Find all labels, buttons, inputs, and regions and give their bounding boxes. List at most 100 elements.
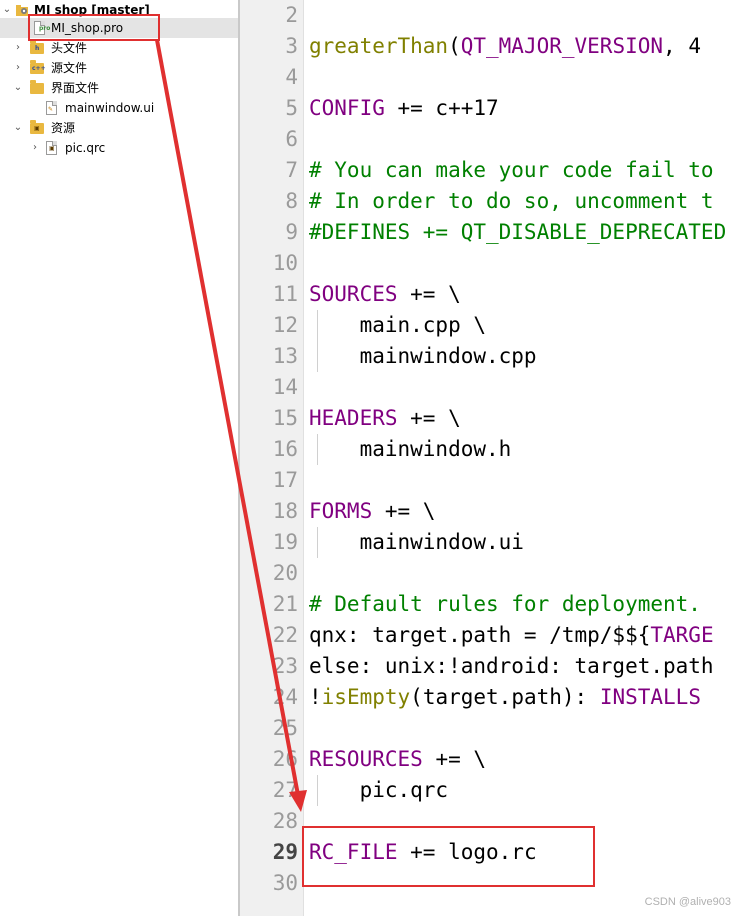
- form-folder-icon: [30, 80, 44, 94]
- tree-item-label: 资源: [51, 121, 76, 135]
- code-line[interactable]: # You can make your code fail to: [309, 155, 714, 186]
- code-token: RC_FILE: [309, 840, 398, 864]
- code-token: += \: [422, 747, 487, 771]
- line-number[interactable]: 10: [238, 248, 298, 279]
- code-line[interactable]: # In order to do so, uncomment t: [309, 186, 714, 217]
- chevron-right-icon[interactable]: ›: [13, 58, 23, 78]
- code-line[interactable]: mainwindow.ui: [309, 527, 524, 558]
- chevron-down-icon[interactable]: ⌄: [13, 118, 23, 138]
- line-number[interactable]: 17: [238, 465, 298, 496]
- line-number[interactable]: 11: [238, 279, 298, 310]
- code-token: += logo.rc: [397, 840, 537, 864]
- code-line[interactable]: mainwindow.h: [309, 434, 512, 465]
- code-token: (target.path):: [410, 685, 600, 709]
- code-line[interactable]: pic.qrc: [309, 775, 449, 806]
- code-token: # Default rules for deployment.: [309, 592, 701, 616]
- project-tree: ⌄ MI shop [master] pro MI_shop.pro › h 头…: [0, 0, 238, 916]
- line-number[interactable]: 14: [238, 372, 298, 403]
- code-token: # In order to do so, uncomment t: [309, 189, 714, 213]
- tree-item-forms[interactable]: ⌄ 界面文件: [0, 78, 238, 98]
- tree-item-mainwindow-ui[interactable]: ✎ mainwindow.ui: [0, 98, 238, 118]
- line-number[interactable]: 26: [238, 744, 298, 775]
- code-token: += c++17: [384, 96, 499, 120]
- line-number[interactable]: 5: [238, 93, 298, 124]
- header-folder-icon: h: [30, 40, 44, 54]
- source-folder-icon: c++: [30, 60, 46, 74]
- code-line[interactable]: else: unix:!android: target.path: [309, 651, 714, 682]
- qt-project-icon: [15, 3, 28, 17]
- code-token: TARGE: [650, 623, 714, 647]
- tree-item-project[interactable]: ⌄ MI shop [master]: [0, 0, 238, 20]
- line-number[interactable]: 9: [238, 217, 298, 248]
- code-token: pic.qrc: [309, 778, 449, 802]
- line-number[interactable]: 3: [238, 31, 298, 62]
- line-number[interactable]: 4: [238, 62, 298, 93]
- code-token: (: [448, 34, 461, 58]
- code-token: CONFIG: [309, 96, 385, 120]
- line-number[interactable]: 7: [238, 155, 298, 186]
- line-number[interactable]: 8: [238, 186, 298, 217]
- code-line[interactable]: !isEmpty(target.path): INSTALLS: [309, 682, 701, 713]
- chevron-down-icon[interactable]: ⌄: [13, 78, 23, 98]
- tree-item-label: MI shop [master]: [34, 3, 150, 17]
- code-line[interactable]: RC_FILE += logo.rc: [309, 837, 537, 868]
- code-line[interactable]: greaterThan(QT_MAJOR_VERSION, 4: [309, 31, 701, 62]
- line-number[interactable]: 6: [238, 124, 298, 155]
- code-line[interactable]: qnx: target.path = /tmp/$${TARGE: [309, 620, 714, 651]
- line-number[interactable]: 12: [238, 310, 298, 341]
- code-line[interactable]: # Default rules for deployment.: [309, 589, 701, 620]
- chevron-right-icon[interactable]: ›: [30, 138, 40, 158]
- line-number[interactable]: 27: [238, 775, 298, 806]
- code-line[interactable]: HEADERS += \: [309, 403, 461, 434]
- tree-item-headers[interactable]: › h 头文件: [0, 38, 238, 58]
- tree-item-pro-file[interactable]: pro MI_shop.pro: [0, 18, 238, 38]
- line-number[interactable]: 20: [238, 558, 298, 589]
- tree-item-label: mainwindow.ui: [65, 101, 155, 115]
- line-number[interactable]: 21: [238, 589, 298, 620]
- tree-item-pic-qrc[interactable]: › ▣ pic.qrc: [0, 138, 238, 158]
- line-number[interactable]: 24: [238, 682, 298, 713]
- code-editor[interactable]: greaterThan(QT_MAJOR_VERSION, 4 CONFIG +=…: [305, 0, 745, 916]
- code-line[interactable]: SOURCES += \: [309, 279, 461, 310]
- line-number[interactable]: 30: [238, 868, 298, 899]
- line-number-gutter[interactable]: 2 3 4 5 6 7 8 9 10 11 12 13 14 15 16 17 18 19 20 21 22 23 24 25…: [240, 0, 304, 916]
- line-number[interactable]: 16: [238, 434, 298, 465]
- code-token: , 4: [663, 34, 701, 58]
- code-token: mainwindow.h: [309, 437, 512, 461]
- chevron-right-icon[interactable]: ›: [13, 38, 23, 58]
- code-line[interactable]: CONFIG += c++17: [309, 93, 499, 124]
- code-token: greaterThan: [309, 34, 449, 58]
- code-token: qnx: target.path = /tmp/$${: [309, 623, 651, 647]
- code-line[interactable]: mainwindow.cpp: [309, 341, 537, 372]
- tree-item-label: MI_shop.pro: [51, 21, 124, 35]
- tree-item-label: 源文件: [51, 61, 88, 75]
- code-line[interactable]: #DEFINES += QT_DISABLE_DEPRECATED: [309, 217, 726, 248]
- line-number[interactable]: 18: [238, 496, 298, 527]
- line-number[interactable]: 25: [238, 713, 298, 744]
- code-line[interactable]: FORMS += \: [309, 496, 435, 527]
- line-number[interactable]: 23: [238, 651, 298, 682]
- code-token: # You can make your code fail to: [309, 158, 714, 182]
- code-token: HEADERS: [309, 406, 398, 430]
- tree-item-resources[interactable]: ⌄ ▣ 资源: [0, 118, 238, 138]
- line-number[interactable]: 22: [238, 620, 298, 651]
- line-number[interactable]: 13: [238, 341, 298, 372]
- line-number[interactable]: 2: [238, 0, 298, 31]
- code-line[interactable]: RESOURCES += \: [309, 744, 486, 775]
- code-token: INSTALLS: [599, 685, 701, 709]
- code-token: += \: [397, 406, 461, 430]
- code-token: mainwindow.ui: [309, 530, 524, 554]
- code-token: main.cpp \: [309, 313, 487, 337]
- code-token: RESOURCES: [309, 747, 423, 771]
- code-token: += \: [372, 499, 436, 523]
- line-number[interactable]: 19: [238, 527, 298, 558]
- ui-file-icon: ✎: [46, 101, 57, 115]
- pro-file-icon: pro: [34, 21, 50, 35]
- line-number[interactable]: 28: [238, 806, 298, 837]
- line-number[interactable]: 15: [238, 403, 298, 434]
- code-line[interactable]: main.cpp \: [309, 310, 486, 341]
- code-token: else: unix:!android: target.path: [309, 654, 714, 678]
- chevron-down-icon[interactable]: ⌄: [2, 0, 12, 20]
- line-number[interactable]: 29: [238, 837, 298, 868]
- tree-item-sources[interactable]: › c++ 源文件: [0, 58, 238, 78]
